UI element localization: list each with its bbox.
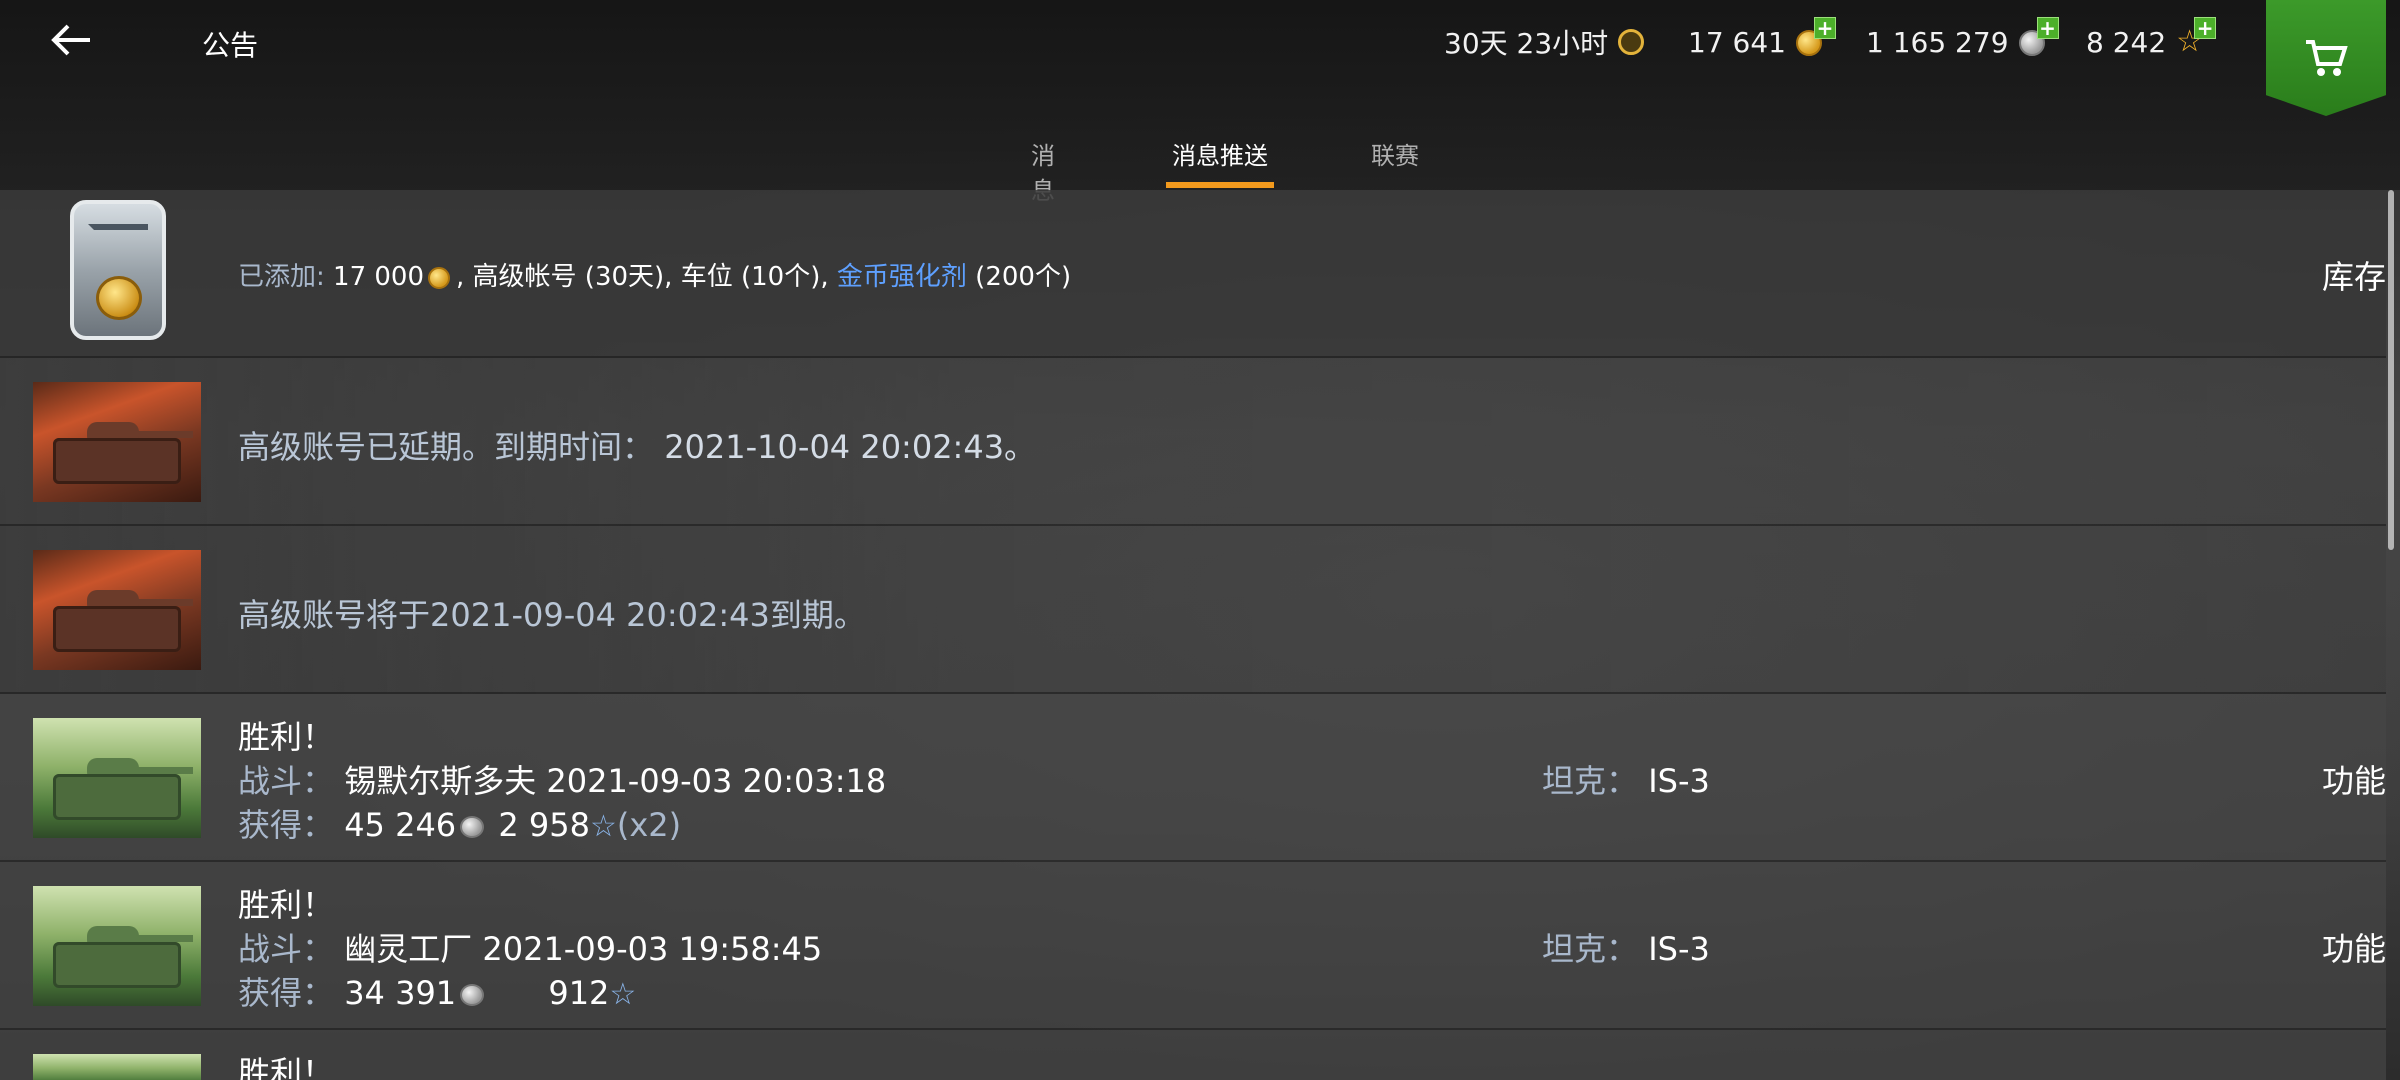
premium-expiring-text: 高级账号将于2021-09-04 20:02:43到期。: [238, 596, 866, 634]
added-items-part2: (200个): [975, 262, 1072, 292]
tank-image: [33, 886, 201, 1006]
inventory-button[interactable]: 库存: [2322, 252, 2386, 298]
battle-label: 战斗：: [238, 930, 335, 968]
battle-info: 战斗： 锡默尔斯多夫 2021-09-03 20:03:18: [238, 756, 886, 802]
gold-coin-icon: +: [1795, 17, 1836, 59]
tank-image: [33, 718, 201, 838]
list-item[interactable]: 胜利！: [0, 1030, 2386, 1080]
tab-league[interactable]: 联赛: [1371, 136, 1419, 186]
added-gold-amount: 17 000: [333, 262, 425, 292]
battle-result-title: 胜利！: [238, 1054, 335, 1080]
premium-tank-image: [33, 382, 201, 502]
list-item[interactable]: 高级账号将于2021-09-04 20:02:43到期。: [0, 526, 2386, 694]
gold-coin-icon: [428, 266, 451, 289]
added-prefix: 已添加:: [238, 262, 325, 292]
star-icon: ☆ +: [2176, 17, 2217, 59]
gold-counter[interactable]: 17 641 +: [1688, 17, 1836, 62]
earned-credits: 34 391: [344, 974, 457, 1012]
gold-amount: 17 641: [1688, 25, 1786, 59]
xp-multiplier: (x2): [616, 806, 682, 844]
star-icon: ☆: [609, 977, 637, 1012]
battle-info: 战斗： 幽灵工厂 2021-09-03 19:58:45: [238, 924, 822, 970]
arrow-left-icon: [51, 24, 90, 56]
message-list[interactable]: 已添加: 17 000 , 高级帐号 (30天), 车位 (10个), 金币强化剂…: [0, 190, 2386, 1080]
list-item[interactable]: 胜利！ 战斗： 锡默尔斯多夫 2021-09-03 20:03:18 获得： 4…: [0, 694, 2386, 862]
earned-credits: 45 246: [344, 806, 457, 844]
earnings-info: 获得： 34 391 912☆: [238, 968, 636, 1014]
premium-timer[interactable]: 30天 23小时: [1444, 22, 1652, 62]
silver-coin-icon: +: [2018, 17, 2059, 59]
tank-name: IS-3: [1648, 762, 1710, 800]
premium-icon: [1618, 25, 1652, 59]
back-button[interactable]: [50, 18, 100, 62]
battle-map-time: 锡默尔斯多夫 2021-09-03 20:03:18: [344, 762, 887, 800]
earn-label: 获得：: [238, 974, 335, 1012]
free-xp-counter[interactable]: 8 242 ☆ +: [2086, 17, 2217, 62]
tab-bar: 消息 消息推送 联赛: [0, 130, 2400, 205]
premium-expiry-date: 2021-10-04 20:02:43。: [664, 428, 1037, 466]
add-credits-plus-icon[interactable]: +: [2036, 17, 2059, 39]
earnings-info: 获得： 45 246 2 958☆(x2): [238, 800, 681, 846]
list-item[interactable]: 已添加: 17 000 , 高级帐号 (30天), 车位 (10个), 金币强化剂…: [0, 190, 2386, 358]
added-items-text: 已添加: 17 000 , 高级帐号 (30天), 车位 (10个), 金币强化剂…: [238, 256, 1071, 293]
battle-label: 战斗：: [238, 762, 335, 800]
details-button[interactable]: 功能: [2322, 756, 2386, 802]
gold-booster-link[interactable]: 金币强化剂: [837, 262, 967, 292]
tank-info: 坦克： IS-3: [1542, 924, 1710, 970]
credits-counter[interactable]: 1 165 279 +: [1866, 17, 2059, 62]
silver-coin-icon: [460, 984, 485, 1006]
tank-label: 坦克：: [1542, 930, 1639, 968]
free-xp-amount: 8 242: [2086, 25, 2167, 59]
battle-result-title: 胜利！: [238, 886, 335, 924]
tab-league-label: 联赛: [1371, 142, 1419, 170]
premium-extended-message: 高级账号已延期。到期时间：: [238, 428, 655, 466]
add-gold-plus-icon[interactable]: +: [1813, 17, 1836, 39]
earned-xp: 912: [548, 974, 610, 1012]
silver-coin-icon: [460, 816, 485, 838]
premium-tank-image: [33, 550, 201, 670]
battle-result-title: 胜利！: [238, 718, 335, 756]
earned-xp: 2 958: [498, 806, 590, 844]
tab-push-messages-label: 消息推送: [1172, 142, 1268, 170]
tank-name: IS-3: [1648, 930, 1710, 968]
star-icon: ☆: [589, 809, 617, 844]
list-item[interactable]: 高级账号已延期。到期时间： 2021-10-04 20:02:43。: [0, 358, 2386, 526]
add-xp-plus-icon[interactable]: +: [2194, 17, 2217, 39]
gold-badge-icon: [70, 200, 166, 340]
tab-push-messages[interactable]: 消息推送: [1166, 136, 1274, 188]
credits-amount: 1 165 279: [1866, 25, 2009, 59]
list-item[interactable]: 胜利！ 战斗： 幽灵工厂 2021-09-03 19:58:45 获得： 34 …: [0, 862, 2386, 1030]
page-title: 公告: [202, 29, 259, 62]
tank-label: 坦克：: [1542, 762, 1639, 800]
premium-time-text: 30天 23小时: [1444, 27, 1609, 60]
active-tab-indicator: [1166, 182, 1274, 188]
top-bar: 公告 30天 23小时 17 641 + 1 165 279 + 8 242 ☆…: [0, 0, 2400, 205]
tab-messages[interactable]: 消息: [1020, 136, 1066, 205]
cart-icon: [2306, 40, 2348, 76]
premium-extended-text: 高级账号已延期。到期时间： 2021-10-04 20:02:43。: [238, 422, 1036, 468]
tank-image: [33, 1054, 201, 1080]
earn-label: 获得：: [238, 806, 335, 844]
shop-button[interactable]: [2266, 0, 2386, 116]
added-items-part1: , 高级帐号 (30天), 车位 (10个),: [456, 262, 829, 292]
details-button[interactable]: 功能: [2322, 924, 2386, 970]
scrollbar[interactable]: [2388, 190, 2394, 550]
tank-info: 坦克： IS-3: [1542, 756, 1710, 802]
battle-map-time: 幽灵工厂 2021-09-03 19:58:45: [344, 930, 823, 968]
